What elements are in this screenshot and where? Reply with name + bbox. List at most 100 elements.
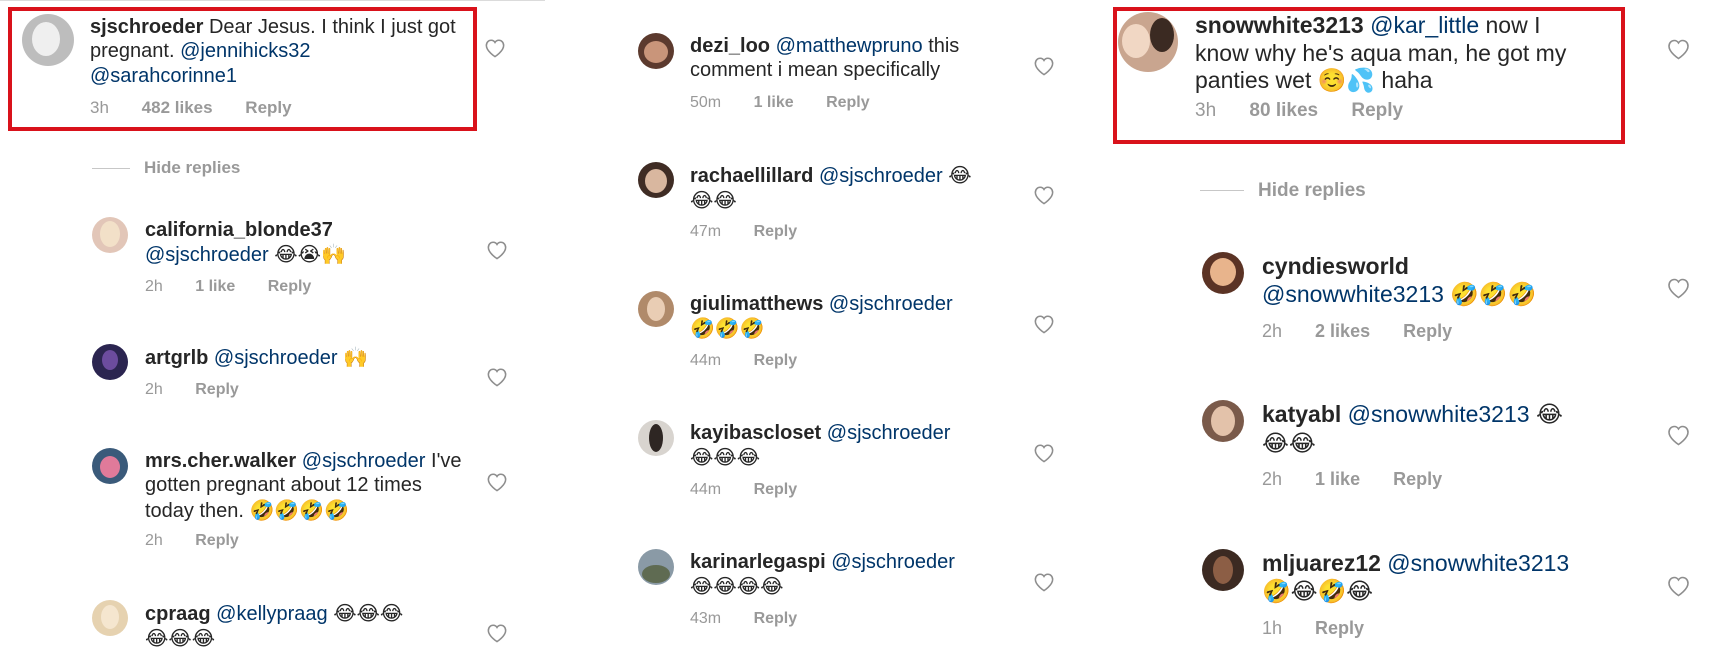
heart-icon[interactable] <box>1033 185 1055 205</box>
comment-mention[interactable]: @sjschroeder <box>819 165 943 187</box>
heart-icon[interactable] <box>486 472 508 492</box>
reply-button[interactable]: Reply <box>826 94 870 111</box>
comment-meta: 2h 1 like Reply <box>145 278 339 296</box>
comment-body: mljuarez12 @snowwhite3213 🤣😂🤣😂 <box>1262 549 1622 606</box>
heart-icon[interactable] <box>1033 56 1055 76</box>
divider <box>92 168 130 170</box>
comment-time: 2h <box>1262 321 1283 341</box>
comment-mention[interactable]: @sjschroeder <box>831 551 955 573</box>
reply-button[interactable]: Reply <box>754 223 798 240</box>
comment-body: california_blonde37 @sjschroeder 😂😭🙌 <box>145 218 445 268</box>
comment-username[interactable]: giulimatthews <box>690 293 823 315</box>
reply-button[interactable]: Reply <box>1403 321 1452 341</box>
comment-likes[interactable]: 1 like <box>195 278 235 295</box>
reply-comment: california_blonde37 @sjschroeder 😂😭🙌 2h … <box>92 217 512 297</box>
reply-button[interactable]: Reply <box>754 481 798 498</box>
avatar[interactable] <box>1202 400 1244 442</box>
comment-body: artgrlb @sjschroeder 🙌 <box>145 345 475 370</box>
comment-username[interactable]: rachaellillard <box>690 165 813 187</box>
avatar[interactable] <box>638 162 674 198</box>
comment-mention[interactable]: @snowwhite3213 <box>1387 550 1569 576</box>
comment-time: 2h <box>145 381 163 398</box>
comment-likes[interactable]: 2 likes <box>1315 321 1370 341</box>
hide-replies-label: Hide replies <box>144 158 241 177</box>
comment-mention[interactable]: @matthewpruno <box>776 35 923 57</box>
avatar[interactable] <box>92 217 128 253</box>
avatar-photo <box>642 565 670 583</box>
heart-icon[interactable] <box>1666 38 1691 60</box>
emoji-text: 🙌 <box>343 345 369 369</box>
heart-icon[interactable] <box>1666 277 1691 299</box>
comment-meta: 2h Reply <box>145 381 267 399</box>
comment-username[interactable]: california_blonde37 <box>145 219 333 241</box>
emoji-text: 😂😂😂😂 <box>690 574 784 599</box>
heart-icon[interactable] <box>1033 314 1055 334</box>
avatar[interactable] <box>92 448 128 484</box>
comment-username[interactable]: karinarlegaspi <box>690 551 826 573</box>
comment-username[interactable]: cyndiesworld <box>1262 253 1409 279</box>
comment-mention[interactable]: @sjschroeder <box>829 293 953 315</box>
reply-button[interactable]: Reply <box>1393 469 1442 489</box>
avatar[interactable] <box>1202 549 1244 591</box>
emoji-text: 🤣🤣🤣🤣 <box>249 497 350 522</box>
comment-username[interactable]: artgrlb <box>145 347 208 369</box>
comment-mention[interactable]: @snowwhite3213 <box>1348 401 1530 427</box>
heart-icon[interactable] <box>1666 575 1691 597</box>
comment-body: karinarlegaspi @sjschroeder 😂😂😂😂 <box>690 550 1000 600</box>
comment-username[interactable]: mljuarez12 <box>1262 550 1381 576</box>
comment-mention[interactable]: @kellypraag <box>216 603 327 625</box>
comment-mention[interactable]: @snowwhite3213 <box>1262 281 1444 307</box>
comment-username[interactable]: dezi_loo <box>690 35 770 57</box>
comment-username[interactable]: cpraag <box>145 603 211 625</box>
reply-button[interactable]: Reply <box>195 532 239 549</box>
comment-username[interactable]: mrs.cher.walker <box>145 450 296 472</box>
heart-icon[interactable] <box>1033 572 1055 592</box>
comment-mention[interactable]: @sjschroeder <box>214 347 338 369</box>
avatar-photo <box>644 41 668 63</box>
avatar-photo <box>102 350 118 370</box>
comment-body: dezi_loo @matthewpruno this comment i me… <box>690 34 1010 83</box>
reply-button[interactable]: Reply <box>1315 618 1364 638</box>
comment-time: 43m <box>690 610 722 627</box>
comment-body: giulimatthews @sjschroeder 🤣🤣🤣 <box>690 292 1000 342</box>
avatar[interactable] <box>638 291 674 327</box>
hide-replies-button[interactable]: Hide replies <box>1200 180 1366 202</box>
avatar[interactable] <box>92 344 128 380</box>
avatar[interactable] <box>1202 252 1244 294</box>
heart-icon[interactable] <box>486 240 508 260</box>
divider <box>0 0 545 1</box>
heart-icon[interactable] <box>1033 443 1055 463</box>
comment-time: 2h <box>145 278 163 295</box>
heart-icon[interactable] <box>1666 424 1691 446</box>
avatar[interactable] <box>92 600 128 636</box>
avatar-photo <box>1210 258 1236 286</box>
comment-time: 44m <box>690 481 722 498</box>
comment-username[interactable]: kayibascloset <box>690 422 821 444</box>
avatar-photo <box>100 456 120 478</box>
comment-username[interactable]: katyabl <box>1262 401 1341 427</box>
heart-icon[interactable] <box>486 367 508 387</box>
comment-likes[interactable]: 1 like <box>754 94 794 111</box>
comment-mention[interactable]: @sjschroeder <box>145 244 269 266</box>
avatar[interactable] <box>638 33 674 69</box>
reply-button[interactable]: Reply <box>268 278 312 295</box>
emoji-text: 😂 <box>1535 402 1563 428</box>
avatar[interactable] <box>638 549 674 585</box>
comment-likes[interactable]: 1 like <box>1315 469 1360 489</box>
comment-meta: 43m Reply <box>690 610 825 628</box>
emoji-text: 😂😭🙌 <box>274 242 346 267</box>
comment-mention[interactable]: @sjschroeder <box>302 450 426 472</box>
reply-button[interactable]: Reply <box>754 610 798 627</box>
heart-icon[interactable] <box>486 623 508 643</box>
divider <box>1200 190 1244 192</box>
avatar-photo <box>1213 556 1233 584</box>
heart-icon[interactable] <box>484 38 506 58</box>
reply-button[interactable]: Reply <box>195 381 239 398</box>
comment-time: 50m <box>690 94 722 111</box>
comment-mention[interactable]: @sjschroeder <box>827 422 951 444</box>
hide-replies-button[interactable]: Hide replies <box>92 158 240 178</box>
reply-button[interactable]: Reply <box>754 352 798 369</box>
avatar[interactable] <box>638 420 674 456</box>
emoji-text: 😂😂😂 <box>333 601 404 625</box>
comment-meta: 47m Reply <box>690 223 825 241</box>
